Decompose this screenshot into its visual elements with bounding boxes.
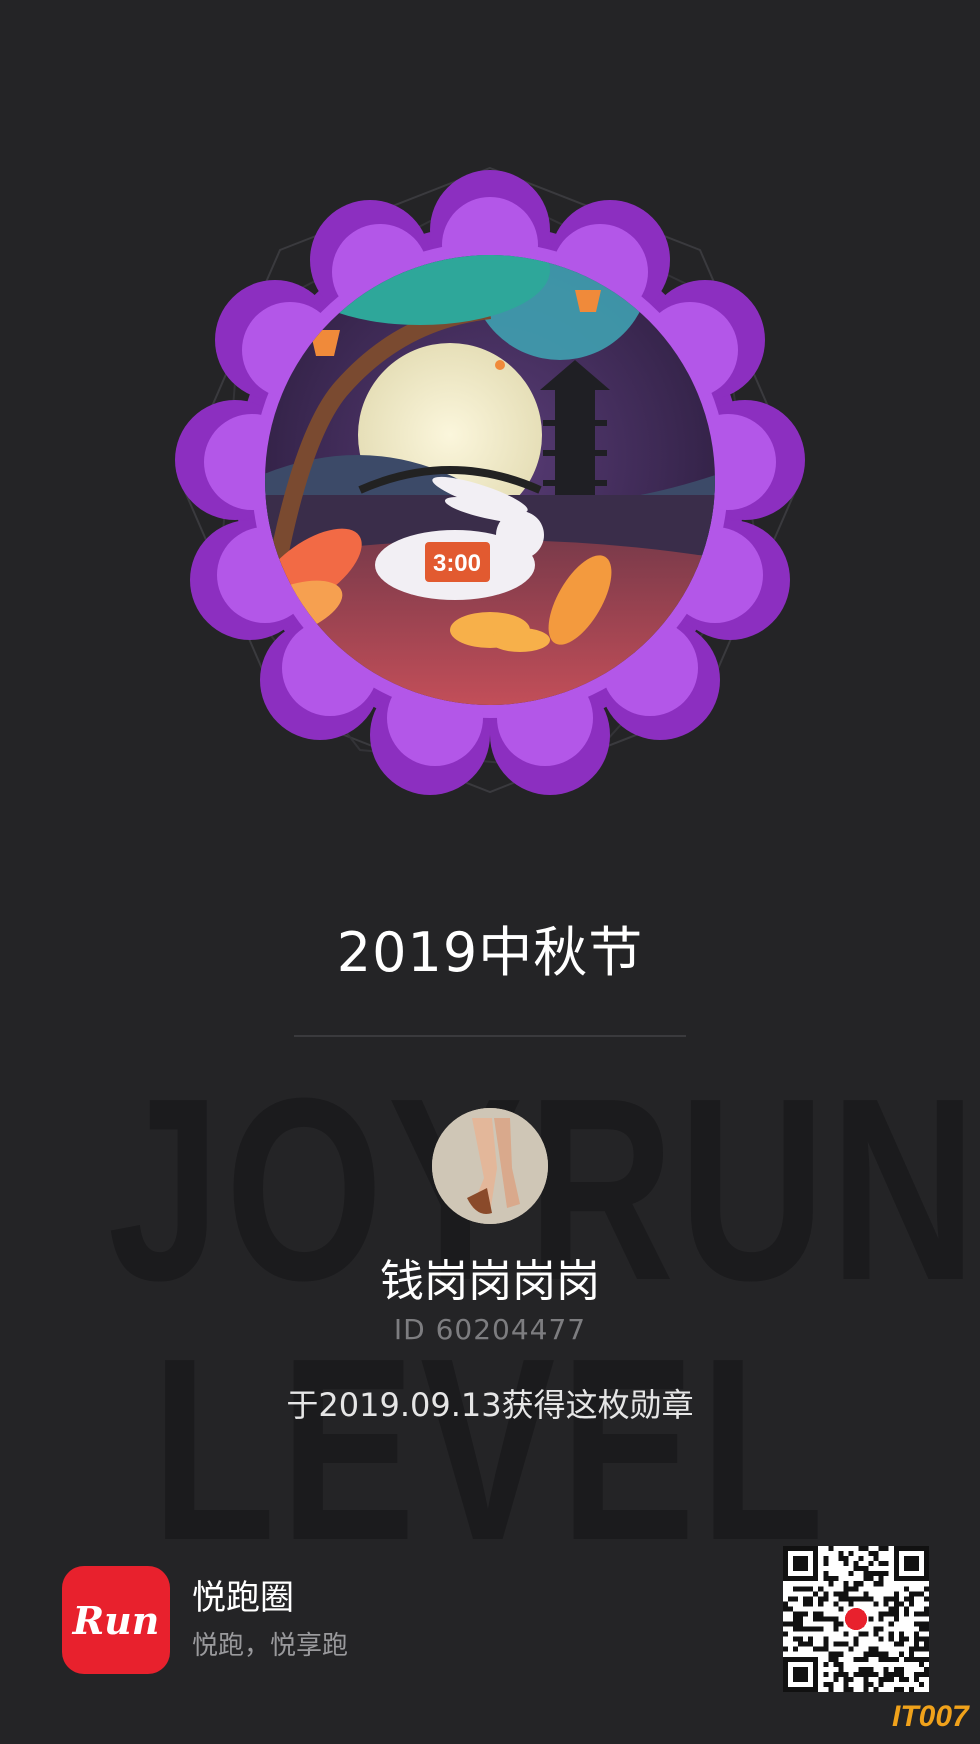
app-logo[interactable]: Run xyxy=(62,1566,170,1674)
app-logo-text: Run xyxy=(72,1597,160,1643)
app-slogan: 悦跑，悦享跑 xyxy=(192,1631,349,1661)
badge-title: 2019中秋节 xyxy=(336,921,644,984)
badge-share-page: JOYRUN LEVEL 3:00 2019中秋节 钱岗岗岗岗 ID 60204… xyxy=(0,0,980,1744)
badge-time-label: 3:00 xyxy=(433,550,481,577)
divider xyxy=(294,1035,686,1037)
mid-autumn-badge: 3:00 xyxy=(160,150,820,810)
user-id: ID 60204477 xyxy=(393,1313,587,1346)
watermark-line-2: LEVEL xyxy=(151,1305,829,1595)
user-name: 钱岗岗岗岗 xyxy=(380,1256,600,1307)
avatar[interactable] xyxy=(432,1108,548,1224)
qr-code[interactable] xyxy=(783,1546,929,1692)
it007-watermark-logo: IT007 xyxy=(892,1700,969,1733)
earned-date-text: 于2019.09.13获得这枚勋章 xyxy=(286,1386,694,1424)
app-name: 悦跑圈 xyxy=(192,1578,294,1618)
